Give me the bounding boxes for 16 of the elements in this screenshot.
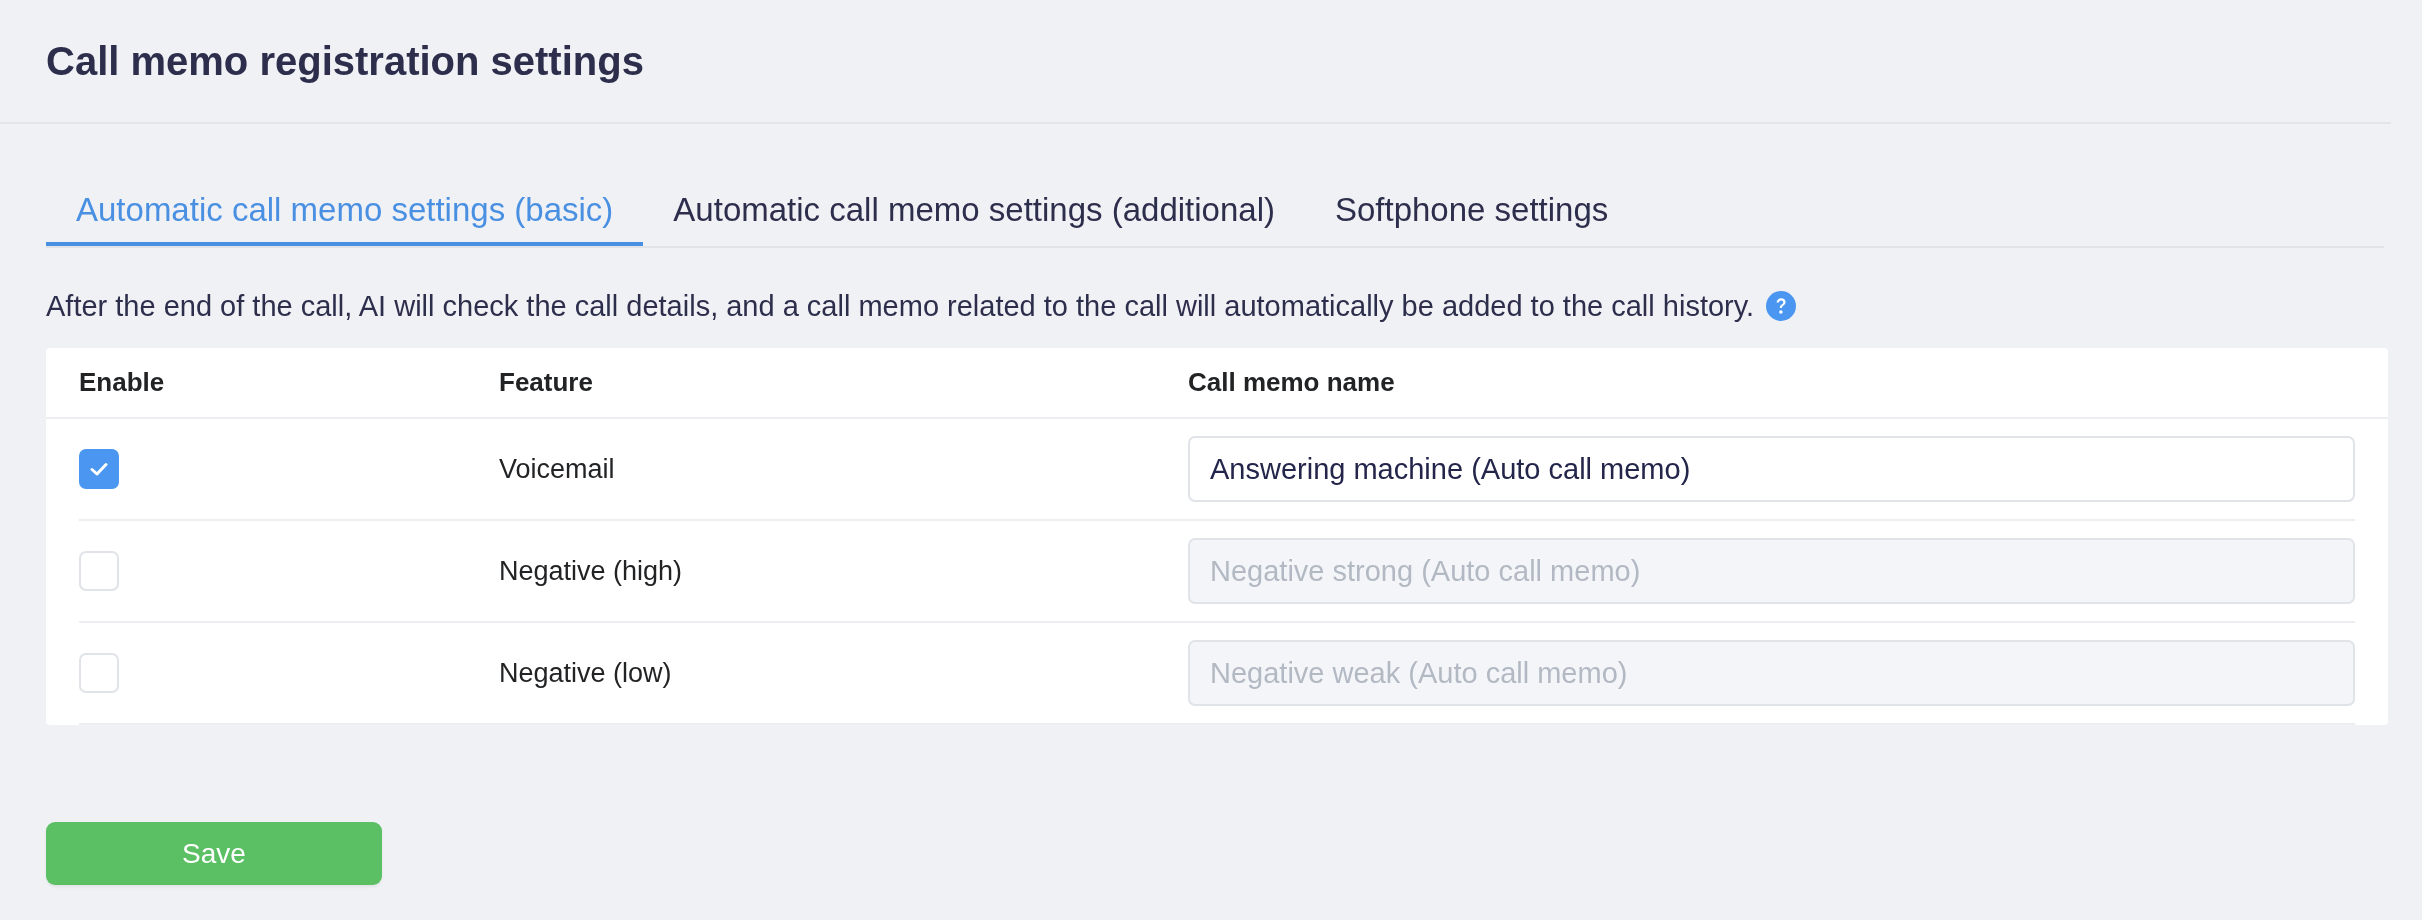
column-header: Feature: [499, 367, 593, 398]
help-icon[interactable]: [1766, 291, 1797, 321]
memo-name-field[interactable]: Answering machine (Auto call memo): [1188, 436, 2355, 502]
checkmark-icon: [90, 462, 108, 476]
checkbox[interactable]: [79, 449, 119, 489]
tab[interactable]: Automatic call memo settings (additional): [643, 175, 1305, 246]
save-button[interactable]: Save: [46, 822, 382, 885]
column-header: Call memo name: [1188, 367, 1395, 398]
page-title: Call memo registration settings: [46, 38, 644, 85]
feature-label: Negative (high): [499, 555, 683, 587]
column-header: Enable: [79, 367, 165, 398]
feature-label: Voicemail: [499, 453, 615, 485]
description-text: After the end of the call, AI will check the call details, and a call memo related to the call will automatically be added to the call history.: [46, 289, 1755, 323]
tab[interactable]: Softphone settings: [1304, 175, 1639, 246]
tab[interactable]: Automatic call memo settings (basic): [46, 175, 644, 246]
feature-label: Negative (low): [499, 657, 672, 689]
